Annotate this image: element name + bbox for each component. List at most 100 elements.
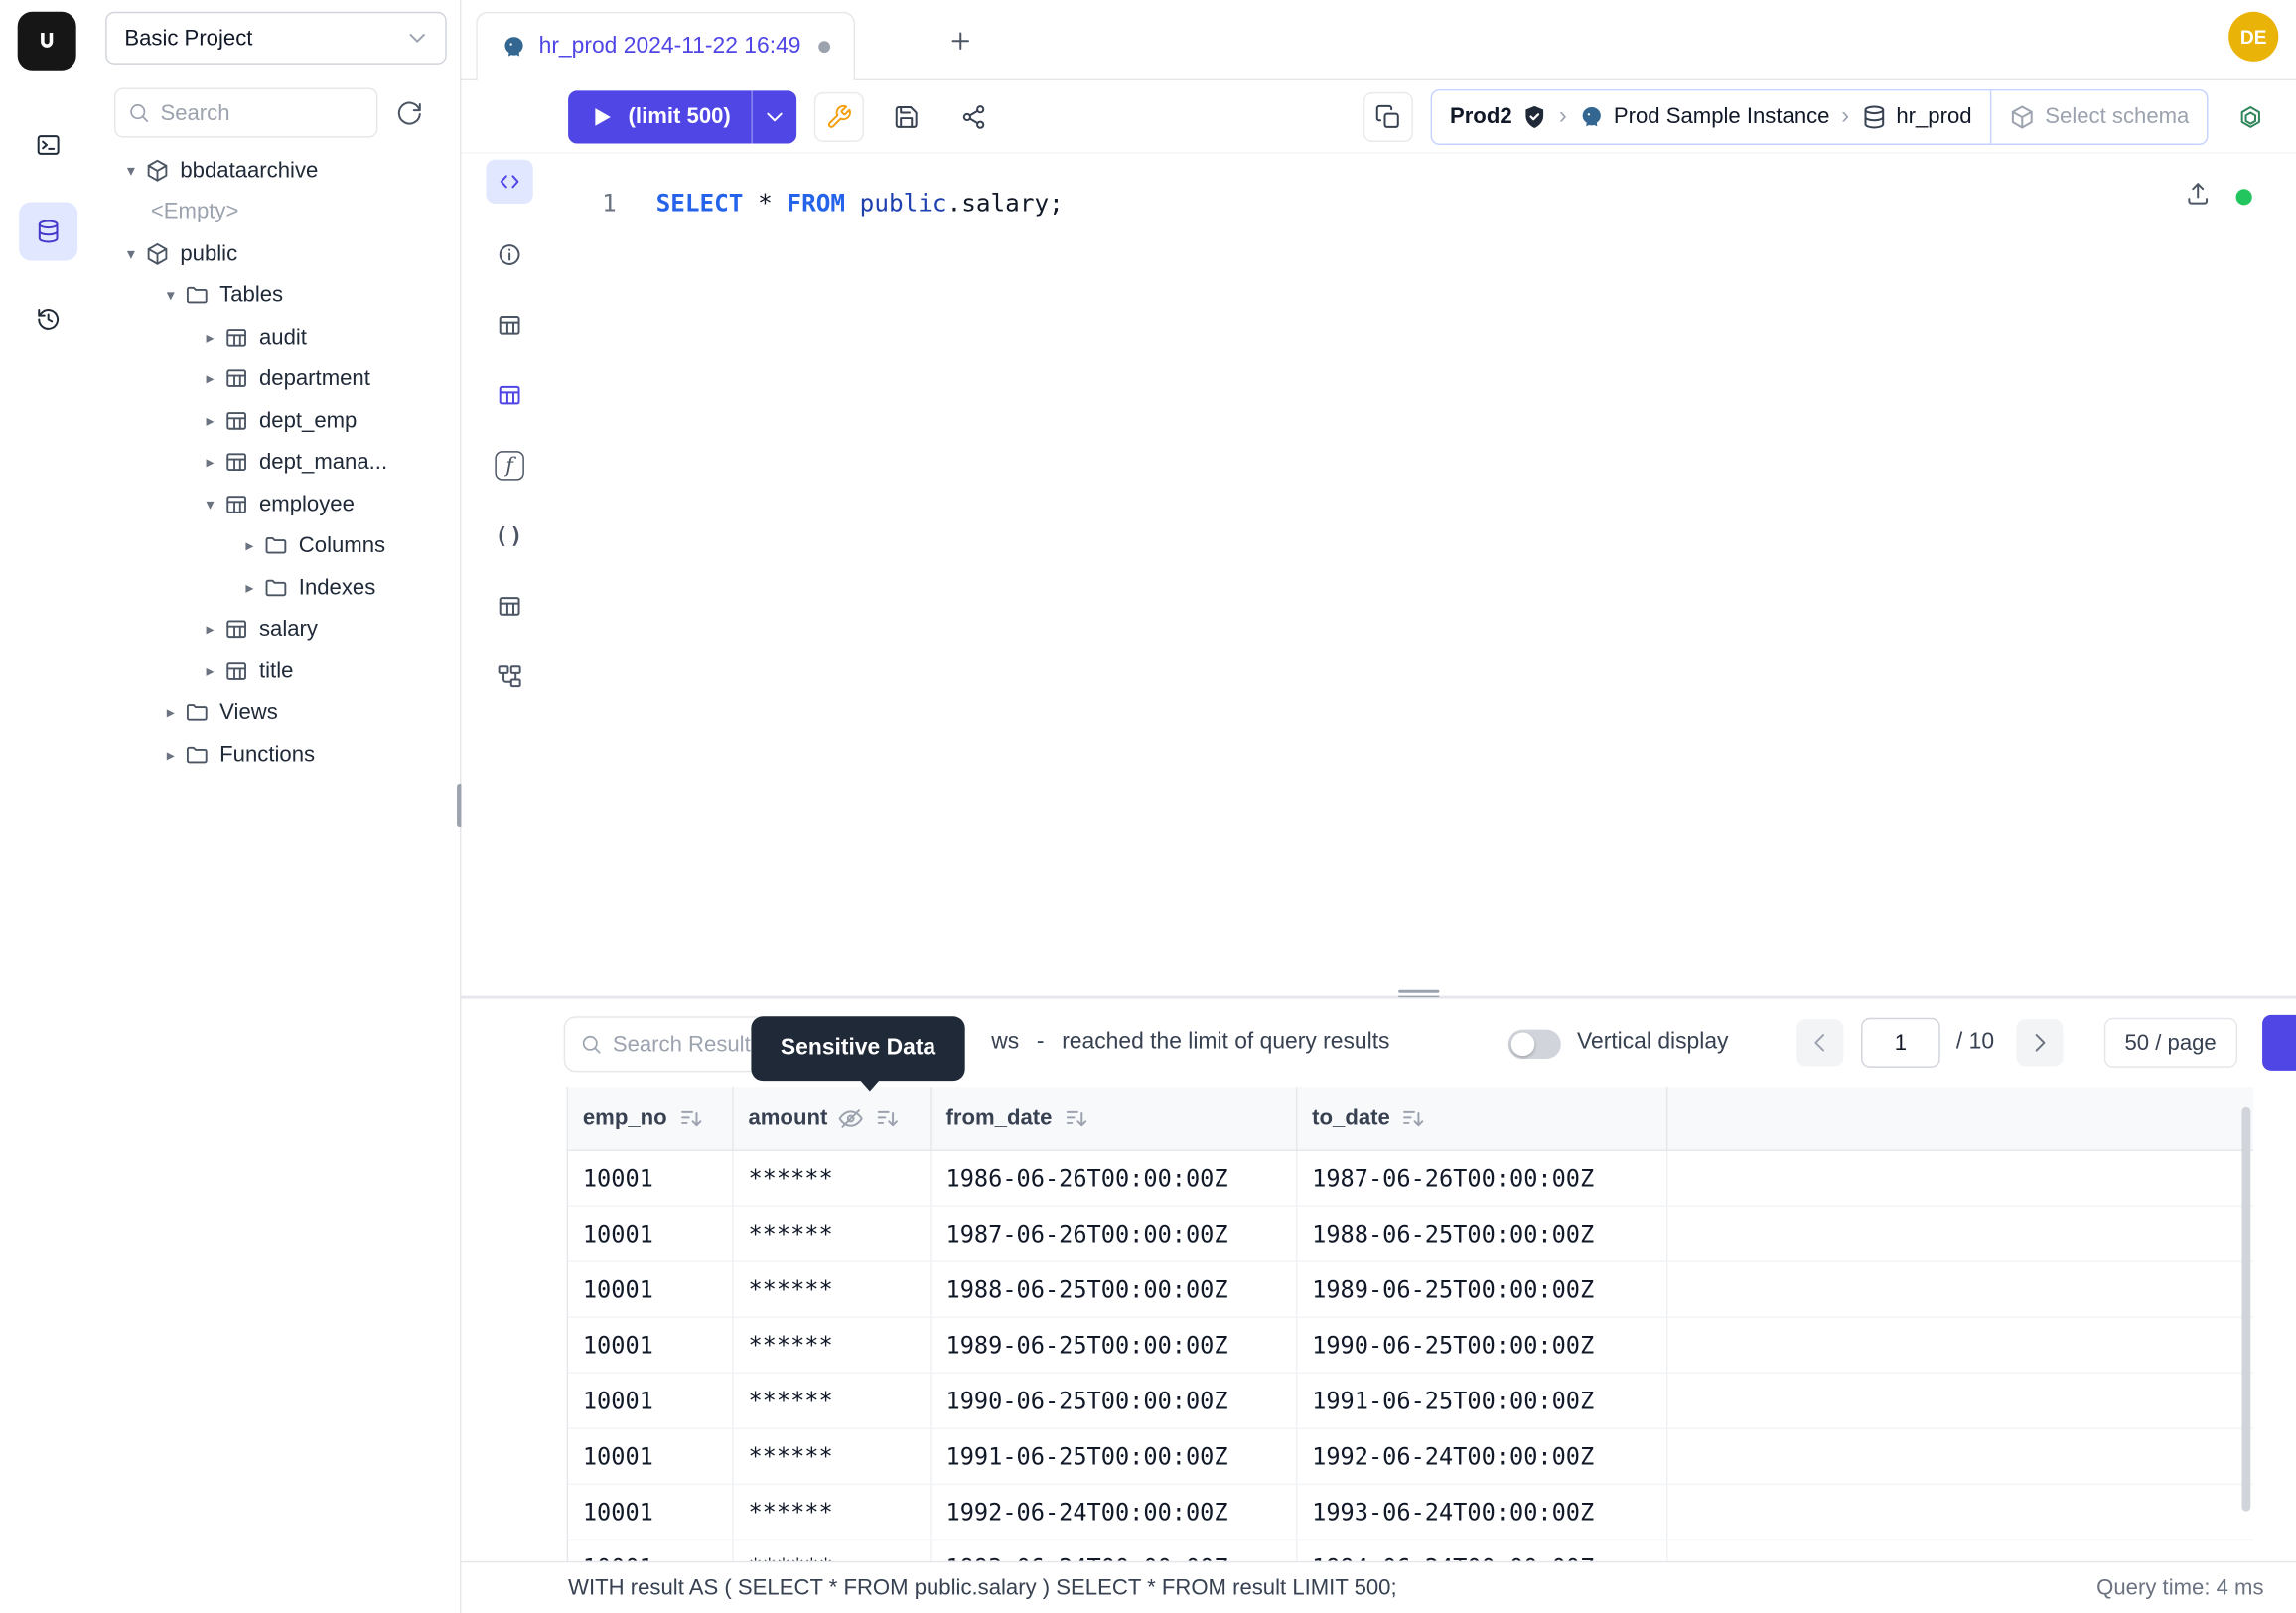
tree-item-audit[interactable]: audit [95,316,460,358]
new-tab-button[interactable] [940,21,981,62]
cell-from-date[interactable]: 1991-06-25T00:00:00Z [932,1429,1298,1484]
breadcrumb-instance[interactable]: Prod Sample Instance [1578,103,1829,130]
cell-emp-no[interactable]: 10001 [568,1207,734,1261]
run-query-button[interactable]: (limit 500) [568,90,796,143]
cell-to-date[interactable]: 1991-06-25T00:00:00Z [1297,1374,1667,1428]
column-header-amount[interactable]: amount [734,1087,932,1149]
project-select[interactable]: Basic Project [105,12,447,65]
caret-down-icon[interactable] [121,161,140,180]
cell-amount-masked[interactable]: ****** [734,1151,932,1206]
vertical-display-toggle[interactable] [1508,1030,1561,1059]
sort-icon[interactable] [677,1105,704,1132]
cell-amount-masked[interactable]: ****** [734,1485,932,1540]
table-row[interactable]: 10001 ****** 1990-06-25T00:00:00Z 1991-0… [568,1374,2253,1429]
cell-amount-masked[interactable]: ****** [734,1207,932,1261]
caret-right-icon[interactable] [201,620,219,639]
caret-right-icon[interactable] [201,411,219,430]
cell-amount-masked[interactable]: ****** [734,1262,932,1317]
column-header-emp-no[interactable]: emp_no [568,1087,734,1149]
code-line[interactable]: SELECT * FROM public.salary; [656,189,1064,217]
connection-breadcrumb[interactable]: Prod2 Prod Sample Instance hr_prod Selec… [1431,88,2209,144]
code-pane-button[interactable] [487,160,533,204]
cell-to-date[interactable]: 1987-06-26T00:00:00Z [1297,1151,1667,1206]
cell-from-date[interactable]: 1993-06-24T00:00:00Z [932,1540,1298,1560]
cell-emp-no[interactable]: 10001 [568,1485,734,1540]
breadcrumb-environment[interactable]: Prod2 [1432,103,1547,130]
run-options-button[interactable] [753,90,796,143]
rail-item-database[interactable] [19,202,77,260]
table-row[interactable]: 10001 ****** 1992-06-24T00:00:00Z 1993-0… [568,1485,2253,1540]
eye-off-icon[interactable] [838,1105,865,1132]
tree-item-public[interactable]: public [95,232,460,274]
caret-right-icon[interactable] [161,745,180,764]
tree-item-title[interactable]: title [95,651,460,692]
tree-item-columns[interactable]: Columns [95,525,460,567]
column-header-from-date[interactable]: from_date [932,1087,1298,1149]
table-row[interactable]: 10001 ****** 1987-06-26T00:00:00Z 1988-0… [568,1207,2253,1262]
cell-to-date[interactable]: 1993-06-24T00:00:00Z [1297,1485,1667,1540]
rail-item-history[interactable] [19,290,77,349]
cell-to-date[interactable]: 1989-06-25T00:00:00Z [1297,1262,1667,1317]
sidebar-search[interactable] [114,87,377,137]
cell-amount-masked[interactable]: ****** [734,1374,932,1428]
breadcrumb-database[interactable]: hr_prod [1861,103,1972,130]
cell-to-date[interactable]: 1990-06-25T00:00:00Z [1297,1318,1667,1373]
rail-item-worksheet[interactable] [19,115,77,174]
cell-to-date[interactable]: 1992-06-24T00:00:00Z [1297,1429,1667,1484]
cell-emp-no[interactable]: 10001 [568,1151,734,1206]
table-row[interactable]: 10001 ****** 1989-06-25T00:00:00Z 1990-0… [568,1318,2253,1374]
cell-emp-no[interactable]: 10001 [568,1262,734,1317]
sort-icon[interactable] [875,1105,902,1132]
prev-page-button[interactable] [1796,1019,1843,1066]
next-page-button[interactable] [2016,1019,2063,1066]
table-row[interactable]: 10001 ****** 1993-06-24T00:00:00Z 1994-0… [568,1540,2253,1560]
functions-pane-button[interactable]: f [487,444,533,488]
caret-right-icon[interactable] [201,369,219,388]
cell-from-date[interactable]: 1990-06-25T00:00:00Z [932,1374,1298,1428]
cell-from-date[interactable]: 1992-06-24T00:00:00Z [932,1485,1298,1540]
tree-item-bbdataarchive[interactable]: bbdataarchive [95,149,460,191]
batch-query-button[interactable] [1363,91,1413,141]
table-row[interactable]: 10001 ****** 1986-06-26T00:00:00Z 1987-0… [568,1151,2253,1207]
caret-down-icon[interactable] [161,286,180,305]
cell-emp-no[interactable]: 10001 [568,1374,734,1428]
caret-down-icon[interactable] [121,244,140,263]
schema-diagram-button[interactable] [487,655,533,698]
masked-tables-pane-button[interactable] [487,373,533,417]
tree-item-department[interactable]: department [95,359,460,400]
caret-down-icon[interactable] [201,495,219,513]
sort-icon[interactable] [1400,1105,1427,1132]
cell-amount-masked[interactable]: ****** [734,1540,932,1560]
table-row[interactable]: 10001 ****** 1988-06-25T00:00:00Z 1989-0… [568,1262,2253,1318]
tables-pane-button[interactable] [487,303,533,347]
format-sql-button[interactable] [814,91,864,141]
refresh-button[interactable] [392,96,427,131]
caret-right-icon[interactable] [240,578,259,597]
tree-item-dept-manager[interactable]: dept_mana... [95,442,460,484]
tree-item-indexes[interactable]: Indexes [95,567,460,609]
cell-amount-masked[interactable]: ****** [734,1429,932,1484]
export-button[interactable] [2262,1015,2296,1071]
table-row[interactable]: 10001 ****** 1991-06-25T00:00:00Z 1992-0… [568,1429,2253,1485]
page-size-select[interactable]: 50 / page [2104,1018,2237,1068]
external-tables-pane-button[interactable] [487,584,533,628]
cell-from-date[interactable]: 1986-06-26T00:00:00Z [932,1151,1298,1206]
caret-right-icon[interactable] [240,536,259,555]
tree-item-salary[interactable]: salary [95,609,460,651]
cell-from-date[interactable]: 1988-06-25T00:00:00Z [932,1262,1298,1317]
share-button[interactable] [949,91,999,141]
sort-icon[interactable] [1063,1105,1089,1132]
save-button[interactable] [882,91,932,141]
cell-emp-no[interactable]: 10001 [568,1540,734,1560]
tree-item-views[interactable]: Views [95,692,460,734]
cell-to-date[interactable]: 1994-06-24T00:00:00Z [1297,1540,1667,1560]
cell-from-date[interactable]: 1987-06-26T00:00:00Z [932,1207,1298,1261]
procedures-pane-button[interactable] [487,514,533,558]
caret-right-icon[interactable] [201,661,219,680]
cell-amount-masked[interactable]: ****** [734,1318,932,1373]
sql-editor-surface[interactable]: f 1 SELECT * FROM public.salary; [461,154,2296,996]
results-vertical-scrollbar[interactable] [2241,1107,2250,1512]
ai-assistant-button[interactable] [2225,91,2275,141]
upload-button[interactable] [2185,180,2212,207]
page-number-input[interactable] [1861,1018,1940,1068]
